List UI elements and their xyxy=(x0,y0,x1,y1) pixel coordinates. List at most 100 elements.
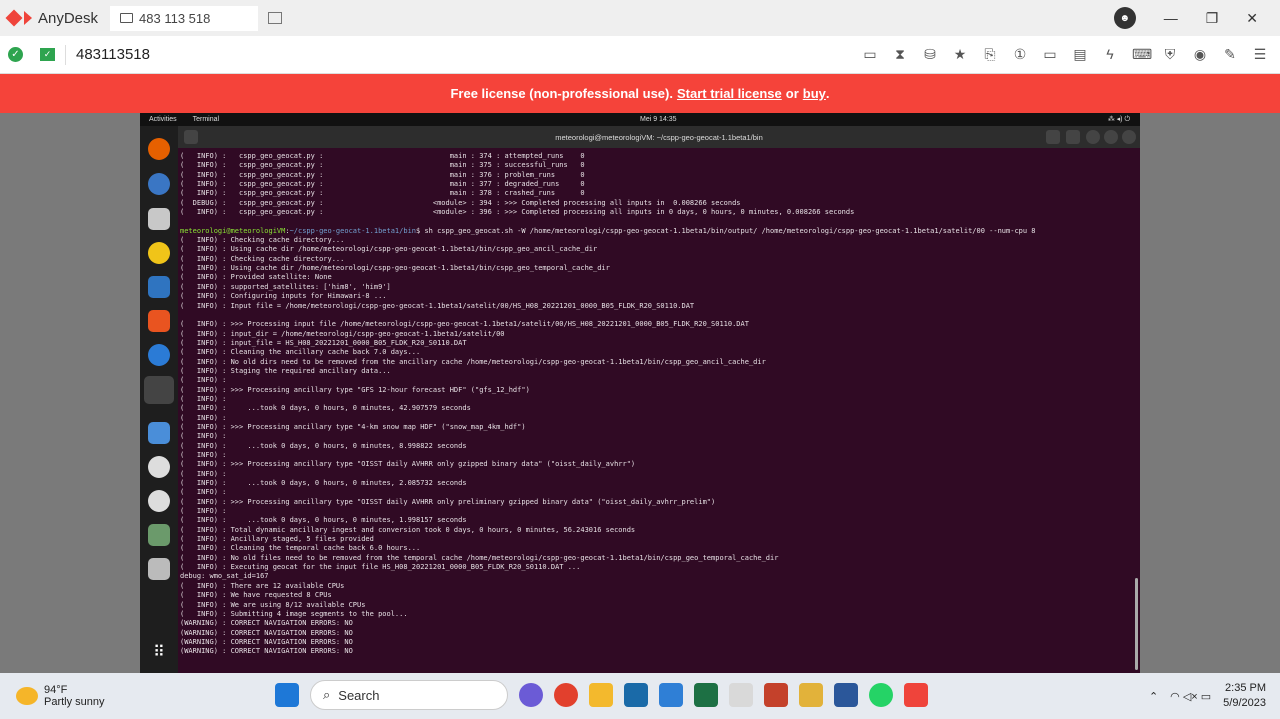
terminal-line: ( INFO) : ...took 0 days, 0 hours, 0 min… xyxy=(180,404,471,413)
powerpoint-icon[interactable] xyxy=(764,683,788,707)
terminal-line: ( INFO) : >>> Processing ancillary type … xyxy=(180,460,636,469)
remote-address[interactable]: 483113518 xyxy=(76,46,150,63)
activities-button[interactable]: Activities xyxy=(149,116,177,123)
weather-widget[interactable]: 94°F Partly sunny xyxy=(16,684,105,708)
terminal-scrollbar[interactable] xyxy=(1135,578,1138,670)
shield-icon[interactable]: ⛨ xyxy=(1162,46,1178,63)
app-icon[interactable] xyxy=(624,683,648,707)
snipping-icon[interactable] xyxy=(729,683,753,707)
pen-icon[interactable]: ✎ xyxy=(1222,46,1238,63)
maximize-icon[interactable] xyxy=(1104,130,1118,144)
search-box[interactable]: ⌕ Search xyxy=(310,680,508,710)
temperature: 94°F xyxy=(44,684,68,696)
prompt-line: meteorologi@meteorologiVM:~/cspp-geo-geo… xyxy=(180,226,1036,235)
banner-text: Free license (non-professional use). xyxy=(450,86,673,101)
windows-taskbar: 94°F Partly sunny ⌕ Search ⌃ ◠ ◁× ▭ 2:35 PM 5… xyxy=(0,673,1280,719)
software-icon[interactable] xyxy=(148,310,170,332)
wifi-icon[interactable]: ◠ ◁× ▭ xyxy=(1170,690,1211,703)
terminal-line: ( INFO) : supported_satellites: ['him8',… xyxy=(180,282,391,291)
terminal-line: ( INFO) : input_file = HS_H08_20221201_0… xyxy=(180,338,467,347)
minimize-button[interactable]: — xyxy=(1164,10,1178,26)
terminal-line: ( INFO) : Staging the required ancillary… xyxy=(180,366,391,375)
buy-link[interactable]: buy xyxy=(803,86,826,101)
terminal-line: ( INFO) : No old dirs need to be removed… xyxy=(180,357,766,366)
thunderbird-icon[interactable] xyxy=(148,173,170,195)
search-icon[interactable] xyxy=(1046,130,1060,144)
help-icon[interactable] xyxy=(148,344,170,366)
message-icon[interactable]: ▤ xyxy=(1072,46,1088,63)
lightning-icon[interactable]: ϟ xyxy=(1102,46,1118,63)
text-editor-icon[interactable] xyxy=(148,422,170,444)
whatsapp-icon[interactable] xyxy=(869,683,893,707)
store-icon[interactable] xyxy=(659,683,683,707)
terminal-line: ( INFO) : Executing geocat for the input… xyxy=(180,563,581,572)
chrome-icon[interactable] xyxy=(554,683,578,707)
excel-icon[interactable] xyxy=(694,683,718,707)
star-icon[interactable]: ★ xyxy=(952,46,968,63)
file-manager-icon[interactable] xyxy=(799,683,823,707)
account-icon[interactable]: ☻ xyxy=(1113,7,1136,29)
firefox-icon[interactable] xyxy=(148,138,170,160)
app-menu[interactable]: Terminal xyxy=(193,116,219,123)
close-icon[interactable] xyxy=(1122,130,1136,144)
start-icon[interactable] xyxy=(275,683,299,707)
files-icon[interactable] xyxy=(148,208,170,230)
new-tab-icon[interactable] xyxy=(184,130,198,144)
terminal-line: (WARNING) : CORRECT NAVIGATION ERRORS: N… xyxy=(180,619,353,628)
terminal-line: ( INFO) : Submitting 4 image segments to… xyxy=(180,609,408,618)
monitor-icon[interactable]: ▭ xyxy=(1042,46,1058,63)
terminal-line: ( INFO) : input_dir = /home/meteorologi/… xyxy=(180,329,505,338)
menu-icon[interactable] xyxy=(1066,130,1080,144)
word-icon[interactable] xyxy=(834,683,858,707)
explorer-icon[interactable] xyxy=(589,683,613,707)
chevron-up-icon[interactable]: ⌃ xyxy=(1149,690,1158,703)
terminal-header: meteorologi@meteorologiVM: ~/cspp-geo-ge… xyxy=(178,126,1140,148)
display-icon[interactable]: ① xyxy=(1012,46,1028,63)
menu-icon[interactable]: ☰ xyxy=(1252,46,1268,63)
prompt-user: meteorologi@meteorologiVM xyxy=(180,226,286,235)
terminal-icon[interactable] xyxy=(144,376,174,404)
new-session-button[interactable] xyxy=(268,12,283,24)
disc-icon[interactable] xyxy=(148,490,170,512)
terminal-line: ( DEBUG) : cspp_geo_geocat.py : <module>… xyxy=(180,198,741,207)
system-tray[interactable]: ⁂ ◂) ⏻ xyxy=(1108,115,1130,124)
close-button[interactable]: ✕ xyxy=(1246,10,1258,27)
search-placeholder: Search xyxy=(338,687,380,703)
show-apps-icon[interactable]: ⠿ xyxy=(148,642,170,664)
terminal-line: (WARNING) : CORRECT NAVIGATION ERRORS: N… xyxy=(180,647,353,656)
keyboard-icon[interactable]: ⌨ xyxy=(1132,46,1152,63)
trash-icon[interactable] xyxy=(148,524,170,546)
rhythmbox-icon[interactable] xyxy=(148,242,170,264)
terminal-line: ( INFO) : We have requested 8 CPUs xyxy=(180,591,332,600)
terminal-line: debug: wmo_sat_id=167 xyxy=(180,572,269,581)
maximize-button[interactable]: ❐ xyxy=(1206,10,1219,27)
terminal-line: ( INFO) : We are using 8/12 available CP… xyxy=(180,600,366,609)
terminal-line: ( INFO) : cspp_geo_geocat.py : <module> … xyxy=(180,208,855,217)
file-icon[interactable]: ⎘ xyxy=(982,46,998,63)
teams-icon[interactable] xyxy=(519,683,543,707)
time: 2:35 PM xyxy=(1225,682,1266,694)
drive-icon[interactable] xyxy=(148,558,170,580)
license-banner: Free license (non-professional use). Sta… xyxy=(0,74,1280,113)
disc-icon[interactable] xyxy=(148,456,170,478)
hourglass-icon[interactable]: ⧗ xyxy=(892,46,908,63)
terminal-line: ( INFO) : cspp_geo_geocat.py : main : 37… xyxy=(180,152,585,160)
session-tab[interactable]: 483 113 518 xyxy=(110,5,259,31)
chat-icon[interactable]: ▭ xyxy=(862,46,878,63)
terminal-line: ( INFO) : xyxy=(180,432,227,441)
clock[interactable]: 2:35 PM 5/9/2023 xyxy=(1223,681,1266,711)
anydesk-icon[interactable] xyxy=(904,683,928,707)
clock[interactable]: Mei 9 14:35 xyxy=(640,116,677,123)
writer-icon[interactable] xyxy=(148,276,170,298)
terminal-line: (WARNING) : CORRECT NAVIGATION ERRORS: N… xyxy=(180,637,353,646)
terminal-output[interactable]: ( INFO) : cspp_geo_geocat.py : main : 37… xyxy=(178,148,1140,673)
terminal-line: ( INFO) : xyxy=(180,488,227,497)
remote-screen-icon: ✓ xyxy=(40,48,55,61)
minimize-icon[interactable] xyxy=(1086,130,1100,144)
start-trial-link[interactable]: Start trial license xyxy=(677,86,782,101)
terminal-line: ( INFO) : xyxy=(180,451,227,459)
record-icon[interactable]: ◉ xyxy=(1192,46,1208,63)
database-icon[interactable]: ⛁ xyxy=(922,46,938,63)
